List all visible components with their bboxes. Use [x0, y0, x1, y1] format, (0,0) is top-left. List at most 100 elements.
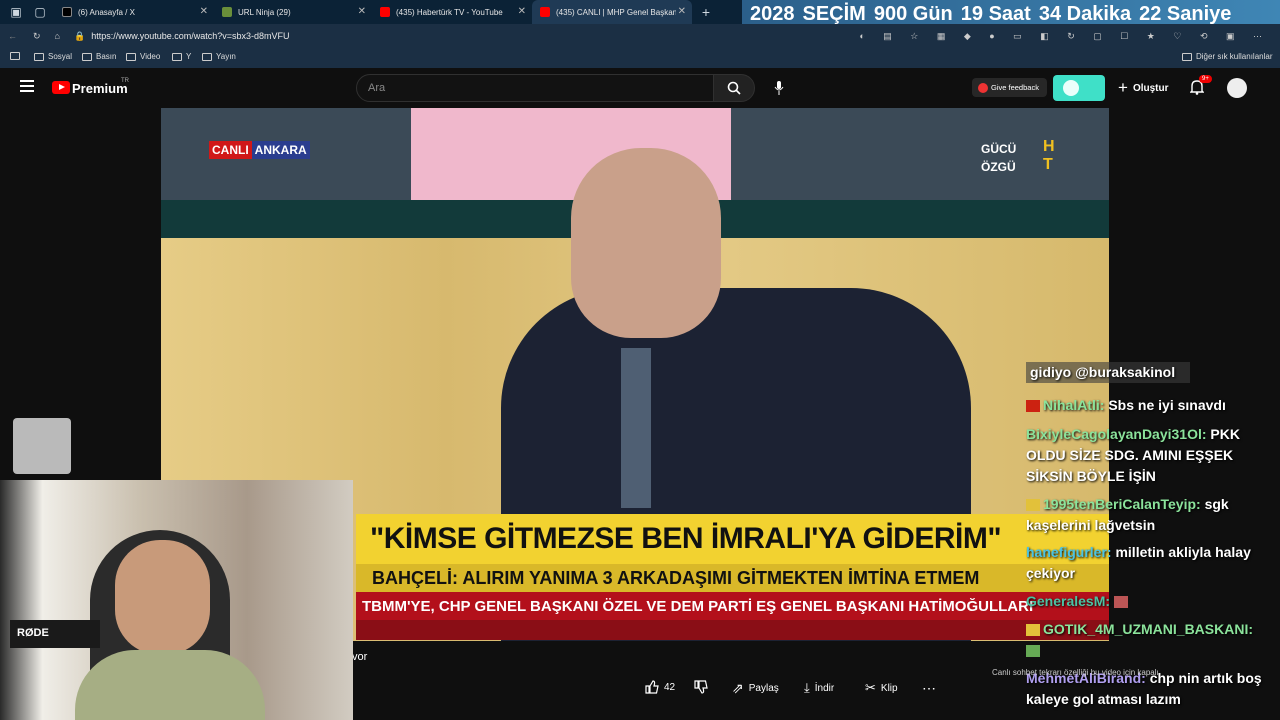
countdown-days: 900 Gün — [873, 2, 953, 25]
give-feedback-button[interactable]: Give feedback — [972, 78, 1047, 97]
tab-title: (6) Anasayfa / X — [78, 7, 135, 17]
folder-icon — [126, 52, 136, 61]
bookmark-yayin[interactable]: Yayın — [202, 52, 236, 61]
plus-icon: + — [1118, 78, 1128, 97]
refresh-icon[interactable]: ↻ — [33, 31, 41, 42]
folder-icon — [1182, 52, 1192, 61]
tab-url-ninja[interactable]: URL Ninja (29) ✕ — [214, 0, 372, 24]
create-button[interactable]: + Oluştur — [1118, 78, 1169, 98]
close-icon[interactable]: ✕ — [200, 6, 208, 17]
url-text: https://www.youtube.com/watch?v=sbx3-d8m… — [91, 31, 290, 41]
search-icon — [727, 81, 741, 95]
bookmarks-icon[interactable] — [10, 52, 24, 60]
tab-title: (435) Habertürk TV - YouTube — [396, 7, 503, 17]
url-field[interactable]: 🔒 https://www.youtube.com/watch?v=sbx3-d… — [74, 27, 854, 45]
chat-message: 1995tenBeriCalanTeyip: sgk kaşelerini la… — [1026, 496, 1229, 533]
download-icon: ⤓ — [804, 680, 810, 695]
address-bar-row: ← ↻ ⌂ 🔒 https://www.youtube.com/watch?v=… — [0, 24, 1280, 48]
feedback-icon — [978, 82, 988, 93]
folder-icon — [202, 52, 212, 61]
bookmark-basin[interactable]: Basın — [82, 52, 116, 61]
live-badge: CANLI ANKARA — [209, 141, 310, 159]
headline-strip: "KİMSE GİTMEZSE BEN İMRALI'YA GİDERİM" — [356, 514, 1109, 564]
download-button[interactable]: ⤓ İndir — [804, 680, 834, 696]
tab-haberturk[interactable]: (435) Habertürk TV - YouTube ✕ — [372, 0, 532, 24]
youtube-icon — [540, 7, 550, 17]
close-icon[interactable]: ✕ — [678, 6, 686, 17]
cast-toggle[interactable] — [1053, 75, 1105, 101]
ticker-strip: TBMM'YE, CHP GENEL BAŞKANI ÖZEL VE DEM P… — [356, 592, 1109, 620]
haberturk-logo: HT — [1043, 138, 1055, 173]
chat-message: NihalAtli: Sbs ne iyi sınavdı — [1026, 395, 1276, 416]
tab-mhp-live[interactable]: (435) CANLI | MHP Genel Başkan... ✕ — [532, 0, 692, 24]
tab-title: URL Ninja (29) — [238, 7, 291, 17]
more-actions-button[interactable]: ⋯ — [922, 680, 936, 697]
x-icon — [62, 7, 72, 17]
thumbs-up-icon — [645, 680, 659, 694]
emote-icon — [1113, 596, 1128, 609]
youtube-logo-text[interactable]: Premium — [72, 81, 128, 96]
home-icon[interactable]: ⌂ — [55, 31, 60, 41]
toggle-knob-icon — [1063, 80, 1079, 96]
more-icon: ⋯ — [922, 680, 936, 696]
close-icon[interactable]: ✕ — [518, 6, 526, 17]
like-button[interactable]: 42 — [645, 680, 675, 694]
video-speaker-tie — [621, 348, 651, 508]
search-input[interactable]: Ara — [356, 74, 714, 102]
microphone-icon: RØDE — [10, 620, 100, 648]
chat-message: GeneralesM: — [1026, 591, 1276, 612]
chat-message: gidiyo @buraksakinol — [1026, 362, 1190, 383]
video-speaker-head — [571, 148, 721, 338]
webcam-shirt — [75, 650, 265, 720]
search-button[interactable] — [713, 74, 755, 102]
bookmark-y[interactable]: Y — [172, 52, 191, 61]
voice-search-button[interactable] — [770, 79, 788, 97]
chat-message: hanefigurler: milletin akliyla halay çek… — [1026, 544, 1251, 581]
tab-x[interactable]: (6) Anasayfa / X ✕ — [54, 0, 214, 24]
lock-icon: 🔒 — [73, 30, 86, 41]
badge-icon — [1026, 499, 1040, 512]
clip-button[interactable]: ✂ Klip — [865, 680, 898, 696]
folder-icon — [82, 52, 92, 61]
live-chat-overlay: gidiyo @buraksakinol NihalAtli: Sbs ne i… — [1020, 360, 1280, 720]
ticker-bottom-bar — [356, 620, 1109, 640]
notification-badge: 9+ — [1199, 75, 1212, 83]
dislike-button[interactable] — [694, 680, 708, 694]
folder-icon — [172, 52, 182, 61]
share-icon: ⇗ — [732, 680, 744, 696]
avatar[interactable] — [1227, 78, 1247, 98]
chat-message: GOTIK_4M_UZMANI_BASKANI: — [1026, 619, 1276, 661]
back-icon[interactable]: ← — [8, 31, 17, 41]
tab-title: (435) CANLI | MHP Genel Başkan... — [556, 7, 676, 17]
youtube-logo-icon[interactable] — [52, 81, 70, 94]
microphone-icon — [774, 81, 784, 95]
headline-text: "KİMSE GİTMEZSE BEN İMRALI'YA GİDERİM" — [370, 522, 1002, 555]
chat-message: BixiyleCagolayanDayi31Ol: PKK OLDU SİZE … — [1026, 426, 1240, 484]
badge-icon — [1026, 400, 1040, 413]
countdown-hours: 19 Saat — [960, 2, 1031, 25]
channel-watermark: GÜCÜ ÖZGÜ — [981, 142, 1017, 174]
countdown-minutes: 34 Dakika — [1038, 2, 1132, 25]
bookmark-sosyal[interactable]: Sosyal — [34, 52, 72, 61]
streamer-webcam: RØDE — [0, 480, 353, 720]
scissors-icon: ✂ — [865, 680, 876, 695]
webcam-face — [115, 540, 210, 655]
region-label: TR — [121, 78, 129, 84]
close-icon[interactable]: ✕ — [358, 6, 366, 17]
menu-icon[interactable] — [20, 80, 34, 92]
workspaces-icon[interactable]: ▣ — [8, 4, 24, 20]
bookmarks-bar: Sosyal Basın Video Y Yayın Diğer sık kul… — [0, 48, 1280, 68]
new-tab-icon[interactable]: + — [698, 4, 714, 20]
glass-cup-overlay — [13, 418, 71, 474]
subline-text: BAHÇELİ: ALIRIM YANIMA 3 ARKADAŞIMI GİTM… — [372, 568, 980, 588]
url-ninja-icon — [222, 7, 232, 17]
countdown-year: 2028 — [750, 2, 795, 25]
share-button[interactable]: ⇗ Paylaş — [732, 680, 779, 697]
bookmark-video[interactable]: Video — [126, 52, 160, 61]
bookmark-other[interactable]: Diğer sık kullanılanlar — [1182, 52, 1272, 61]
notifications-button[interactable]: 9+ — [1189, 75, 1212, 96]
extensions-icons[interactable]: ◐ ▤ ☆ ▦ ◆ ● ▭ ◧ ↻ ▢ ☐ ★ ♡ ⟲ ▣ ⋯ — [859, 31, 1270, 42]
countdown-label: SEÇİM — [802, 2, 866, 25]
overlay-fragment: vor — [352, 651, 368, 663]
tab-actions-icon[interactable]: ▢ — [32, 4, 48, 20]
